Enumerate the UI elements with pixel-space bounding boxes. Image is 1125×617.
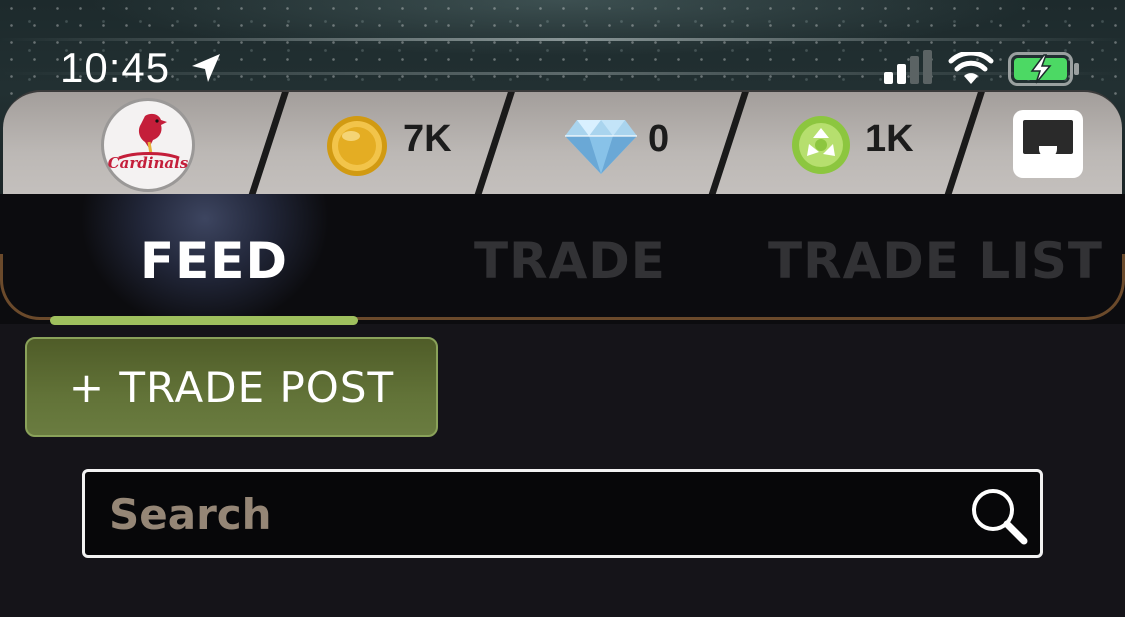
status-bar: 10:45 xyxy=(0,42,1125,94)
tab-bar: FEED TRADE TRADE LIST xyxy=(0,194,1125,325)
currency-bar: Cardinals 7K 0 1K xyxy=(3,90,1122,196)
location-arrow-icon xyxy=(192,54,220,82)
divider xyxy=(708,92,749,196)
divider xyxy=(944,92,985,196)
diamond-icon xyxy=(565,120,637,174)
search-input[interactable] xyxy=(109,482,959,546)
tab-trade-list[interactable]: TRADE LIST xyxy=(768,232,1103,290)
search-box[interactable] xyxy=(82,469,1043,558)
wifi-icon xyxy=(948,52,994,84)
battery-charging-icon xyxy=(1008,52,1079,86)
signal-icon xyxy=(884,50,932,84)
coins-value: 7K xyxy=(403,118,452,160)
divider xyxy=(474,92,515,196)
search-icon[interactable] xyxy=(969,486,1029,546)
tab-trade[interactable]: TRADE xyxy=(474,232,666,290)
trade-post-button[interactable]: + TRADE POST xyxy=(25,337,438,437)
gems-value: 0 xyxy=(648,118,670,160)
team-logo-button[interactable]: Cardinals xyxy=(101,98,195,192)
inbox-button[interactable] xyxy=(1013,110,1083,178)
recycle-icon xyxy=(792,116,850,174)
divider xyxy=(248,92,289,196)
coin-icon xyxy=(327,116,387,176)
trade-post-label: + TRADE POST xyxy=(68,362,395,412)
cardinals-logo-icon: Cardinals xyxy=(108,113,189,172)
xp-value: 1K xyxy=(865,118,914,160)
cardinals-logo-text: Cardinals xyxy=(108,154,189,172)
tab-feed[interactable]: FEED xyxy=(140,232,288,290)
inbox-icon-notch xyxy=(1039,146,1057,158)
stadium-rail xyxy=(0,38,1125,41)
status-time: 10:45 xyxy=(60,44,171,91)
active-tab-indicator xyxy=(50,316,358,325)
